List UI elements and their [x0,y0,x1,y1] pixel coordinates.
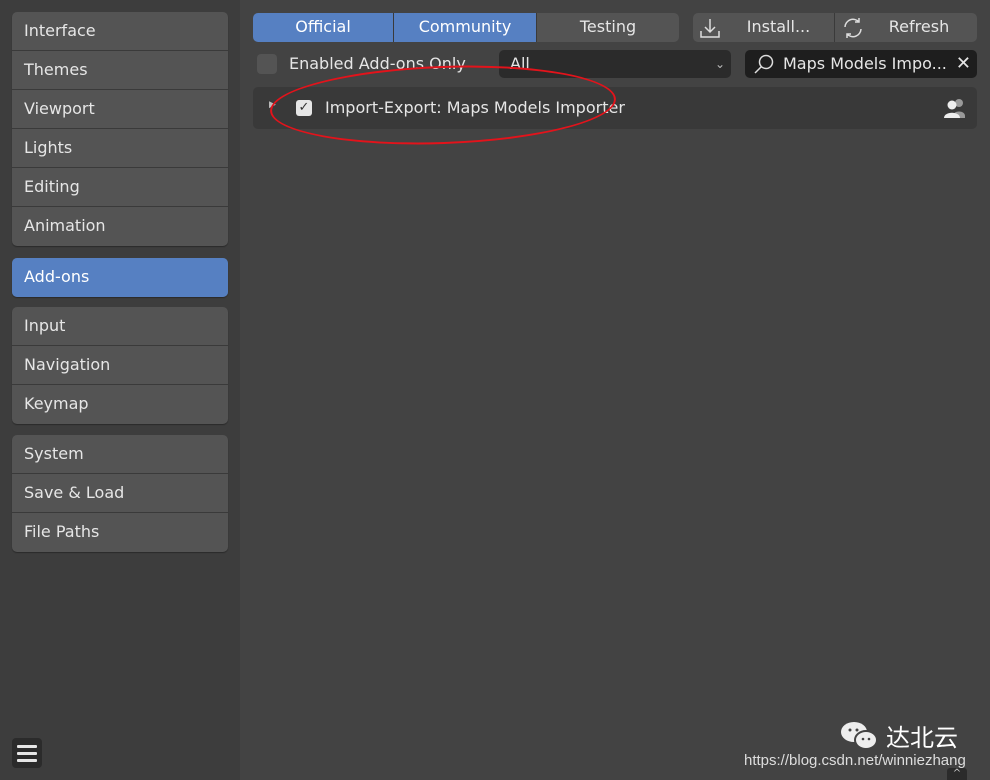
sidebar-item-save-load[interactable]: Save & Load [12,474,228,513]
install-button[interactable]: Install... [693,13,835,42]
enabled-only-checkbox[interactable] [257,54,277,74]
refresh-label: Refresh [888,17,950,36]
sidebar-item-viewport[interactable]: Viewport [12,90,228,129]
refresh-button[interactable]: Refresh [835,13,977,42]
sidebar-item-input[interactable]: Input [12,307,228,346]
watermark: 达北云 [840,718,958,753]
action-buttons: Install... Refresh [693,13,977,42]
tab-official[interactable]: Official [253,13,394,42]
sidebar-item-interface[interactable]: Interface [12,12,228,51]
clear-search-icon[interactable]: ✕ [956,50,971,78]
refresh-icon [844,18,862,38]
search-icon [754,54,774,74]
sidebar-item-themes[interactable]: Themes [12,51,228,90]
sidebar-item-navigation[interactable]: Navigation [12,346,228,385]
watermark-brand: 达北云 [886,724,958,752]
sidebar-item-editing[interactable]: Editing [12,168,228,207]
annotation-ellipse [268,59,618,151]
search-value: Maps Models Impo... [783,54,947,73]
watermark-url: https://blog.csdn.net/winniezhang [744,752,966,769]
community-user-icon [944,99,965,118]
install-label: Install... [746,17,811,36]
search-input[interactable]: Maps Models Impo... ✕ [745,50,977,78]
support-tabs: Official Community Testing [253,13,679,42]
tab-community[interactable]: Community [394,13,537,42]
sidebar-item-addons[interactable]: Add-ons [12,258,228,297]
sidebar-item-keymap[interactable]: Keymap [12,385,228,424]
tab-testing[interactable]: Testing [537,13,679,42]
download-icon [700,19,720,38]
sidebar-item-system[interactable]: System [12,435,228,474]
sidebar-item-animation[interactable]: Animation [12,207,228,246]
hamburger-menu-icon[interactable] [12,738,42,768]
sidebar-group-ui: Interface Themes Viewport Lights Editing… [12,12,228,246]
wechat-icon [841,721,878,750]
chevron-down-icon: ⌄ [714,57,725,71]
sidebar-group-addons: Add-ons [12,258,228,297]
scroll-up-icon[interactable]: ^ [947,768,967,780]
sidebar-item-file-paths[interactable]: File Paths [12,513,228,552]
sidebar-group-input: Input Navigation Keymap [12,307,228,424]
sidebar: Interface Themes Viewport Lights Editing… [0,0,240,780]
sidebar-group-system: System Save & Load File Paths [12,435,228,552]
sidebar-item-lights[interactable]: Lights [12,129,228,168]
